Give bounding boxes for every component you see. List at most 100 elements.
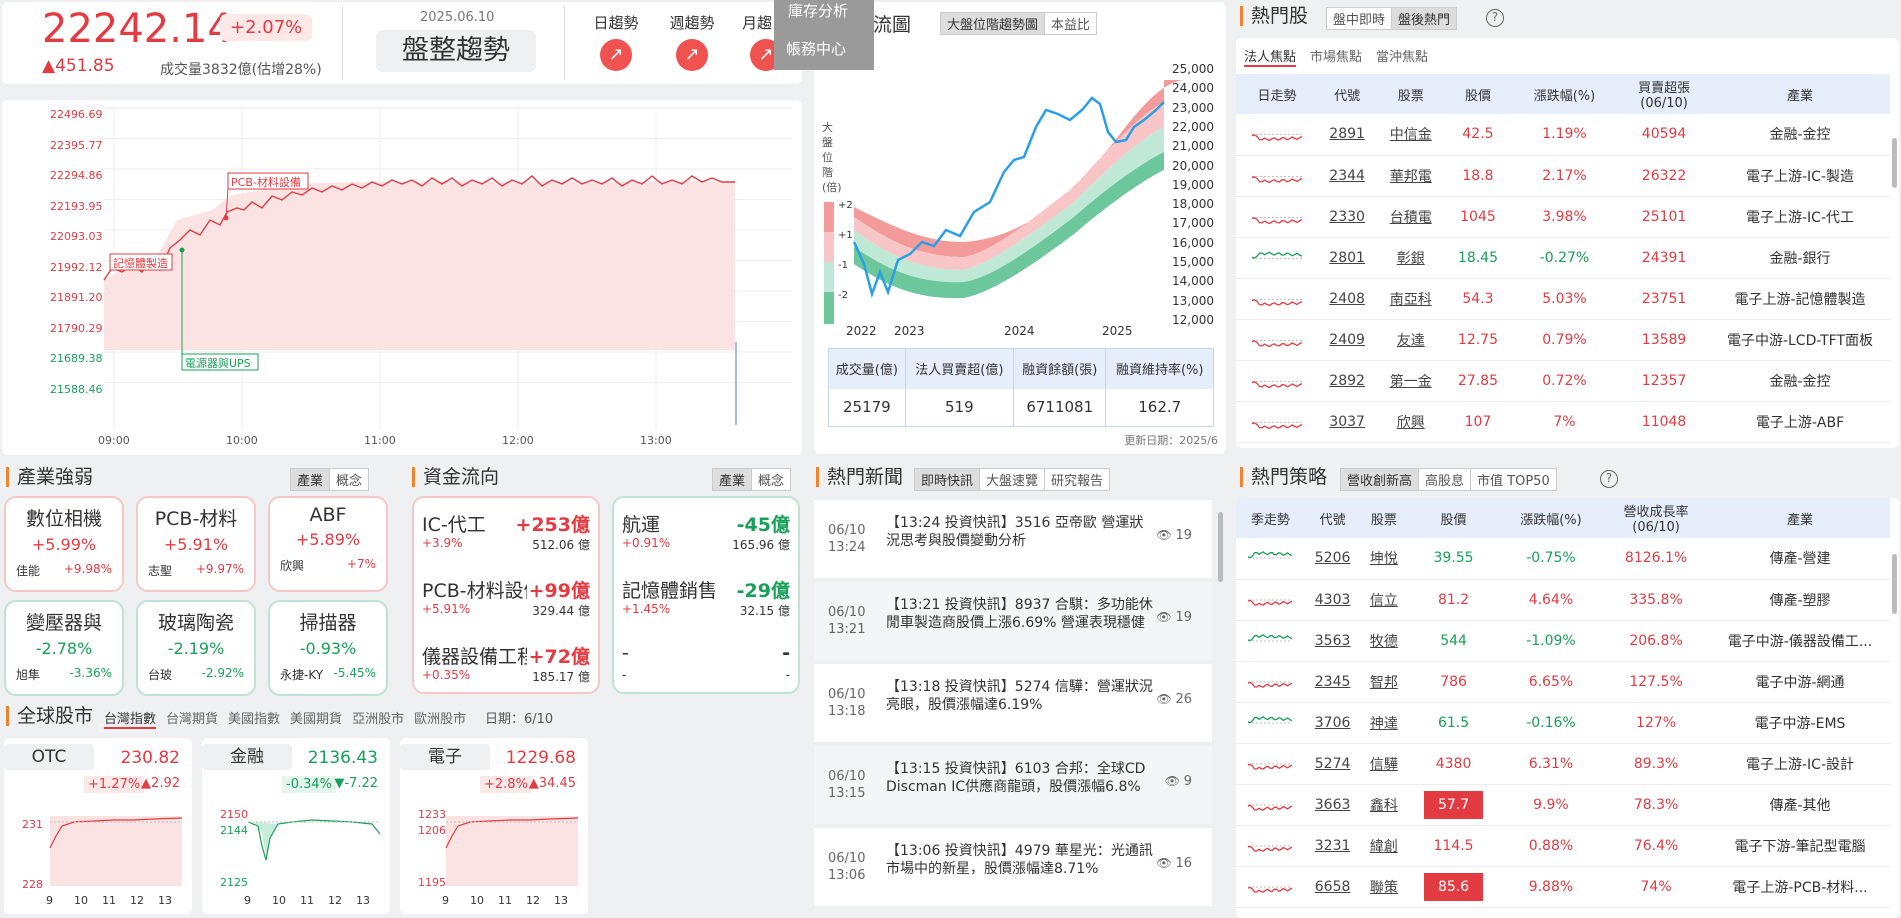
stock-name[interactable]: 神達 [1360, 702, 1408, 744]
global-market-card[interactable]: 電子 1229.68 +2.8% ▲34.45 1233 1206 1195 9 10 11 12 1… [400, 738, 588, 914]
stock-name[interactable]: 彰銀 [1376, 237, 1446, 279]
flow-row[interactable]: - - - - [622, 642, 790, 692]
subtab-market[interactable]: 市場焦點 [1310, 46, 1362, 67]
flow-row[interactable]: PCB-材料設備 +99億 +5.91% 329.44 億 [422, 576, 590, 626]
table-row[interactable]: 2408 南亞科 54.3 5.03% 23751 電子上游-記憶體製造 [1236, 278, 1890, 320]
stock-name[interactable]: 坤悅 [1360, 538, 1408, 580]
stock-name[interactable]: 信驊 [1360, 743, 1408, 785]
table-row[interactable]: 5274 信驊 4380 6.31% 89.3% 電子上游-IC-設計 [1236, 743, 1890, 785]
stock-name[interactable]: 台積電 [1376, 196, 1446, 238]
stock-code[interactable]: 2345 [1304, 661, 1361, 703]
tab-news-research[interactable]: 研究報告 [1045, 469, 1109, 490]
news-headline[interactable]: 【13:15 投資快訊】6103 合邦：全球CD Discman IC供應商龍頭… [886, 760, 1156, 796]
stock-name[interactable]: 中信金 [1376, 114, 1446, 156]
industry-box[interactable]: 掃描器 -0.93% 永捷-KY -5.45% [268, 600, 388, 696]
global-tab[interactable]: 亞洲股市 [352, 708, 404, 729]
table-row[interactable]: 3706 神達 61.5 -0.16% 127% 電子中游-EMS [1236, 702, 1890, 744]
stock-name[interactable]: 牧德 [1360, 620, 1408, 662]
stock-code[interactable]: 2409 [1317, 319, 1377, 361]
global-tab[interactable]: 台灣指數 [104, 708, 157, 729]
global-tab[interactable]: 美國期貨 [290, 708, 342, 729]
industry-box[interactable]: 玻璃陶瓷 -2.19% 台玻 -2.92% [136, 600, 256, 696]
table-row[interactable]: 3563 牧德 544 -1.09% 206.8% 電子中游-儀器設備工... [1236, 620, 1890, 662]
stock-code[interactable]: 6658 [1304, 866, 1361, 908]
stock-name[interactable]: 南亞科 [1376, 278, 1446, 320]
table-row[interactable]: 2345 智邦 786 6.65% 127.5% 電子中游-網通 [1236, 661, 1890, 703]
tab-concept[interactable]: 概念 [330, 469, 368, 490]
global-tab[interactable]: 台灣期貨 [166, 708, 218, 729]
stock-name[interactable]: 欣興 [1376, 401, 1446, 443]
flow-row[interactable]: 記憶體銷售 -29億 +1.45% 32.15 億 [622, 576, 790, 626]
stock-name[interactable]: 鑫科 [1360, 784, 1408, 826]
stock-code[interactable]: 2408 [1317, 278, 1377, 320]
news-headline[interactable]: 【13:24 投資快訊】3516 亞帝歐 營運狀況思考與股價變動分析 [886, 514, 1156, 550]
stock-code[interactable]: 5206 [1304, 538, 1361, 580]
stock-name[interactable]: 聯策 [1360, 866, 1408, 908]
table-row[interactable]: 4303 信立 81.2 4.64% 335.8% 傳產-塑膠 [1236, 579, 1890, 621]
stock-name[interactable]: 信立 [1360, 579, 1408, 621]
strategy-header[interactable]: 營收成長率 (06/10) [1602, 498, 1710, 538]
flow-row[interactable]: 儀器設備工程 +72億 +0.35% 185.17 億 [422, 642, 590, 692]
stock-name[interactable]: 智邦 [1360, 661, 1408, 703]
stock-code[interactable]: 3231 [1304, 825, 1361, 867]
table-row[interactable]: 3231 緯創 114.5 0.88% 76.4% 電子下游-筆記型電腦 [1236, 825, 1890, 867]
tab-after-hours[interactable]: 盤後熱門 [1392, 8, 1457, 29]
tab-high-dividend[interactable]: 高股息 [1419, 469, 1472, 490]
stock-name[interactable]: 友達 [1376, 319, 1446, 361]
stock-code[interactable]: 3037 [1317, 401, 1377, 443]
help-icon[interactable]: ? [1600, 470, 1618, 488]
news-scrollbar[interactable] [1218, 512, 1223, 582]
tab-news-flash[interactable]: 即時快訊 [915, 469, 981, 490]
news-item[interactable]: 06/10 13:18 【13:18 投資快訊】5274 信驊：營運狀況亮眼，股價漲… [814, 664, 1212, 742]
stock-code[interactable]: 3663 [1304, 784, 1361, 826]
news-item[interactable]: 06/10 13:24 【13:24 投資快訊】3516 亞帝歐 營運狀況思考與股價… [814, 500, 1212, 578]
table-row[interactable]: 5206 坤悅 39.55 -0.75% 8126.1% 傳產-營建 [1236, 538, 1890, 580]
global-tab[interactable]: 歐洲股市 [414, 708, 466, 729]
scrollbar[interactable] [1892, 138, 1897, 188]
news-headline[interactable]: 【13:06 投資快訊】4979 華星光：光通訊市場中的新星，股價漲幅達8.71… [886, 842, 1156, 878]
stock-code[interactable]: 2801 [1317, 237, 1377, 279]
flow-row[interactable]: 航運 -45億 +0.91% 165.96 億 [622, 510, 790, 560]
news-headline[interactable]: 【13:18 投資快訊】5274 信驊：營運狀況亮眼，股價漲幅達6.19% [886, 678, 1156, 714]
stock-name[interactable]: 緯創 [1360, 825, 1408, 867]
news-item[interactable]: 06/10 13:21 【13:21 投資快訊】8937 合騏：多功能休閒車製造商股… [814, 582, 1212, 660]
stock-code[interactable]: 2892 [1317, 360, 1377, 402]
stock-name[interactable]: 華邦電 [1376, 155, 1446, 197]
stock-code[interactable]: 4303 [1304, 579, 1361, 621]
stock-code[interactable]: 2330 [1317, 196, 1377, 238]
tab-news-market[interactable]: 大盤速覽 [980, 469, 1046, 490]
tab-market-cap-top50[interactable]: 市值 TOP50 [1471, 469, 1556, 490]
table-row[interactable]: 3663 鑫科 57.7 9.9% 78.3% 傳產-其他 [1236, 784, 1890, 826]
tab-flow-concept[interactable]: 概念 [752, 469, 790, 490]
global-tab[interactable]: 美國指數 [228, 708, 280, 729]
stock-code[interactable]: 5274 [1304, 743, 1361, 785]
tab-revenue-high[interactable]: 營收創新高 [1341, 469, 1420, 490]
help-icon[interactable]: ? [1486, 9, 1504, 27]
global-market-card[interactable]: 金融 2136.43 -0.34% ▼-7.22 2150 2144 2125 9 10 11 12… [202, 738, 390, 914]
stock-name[interactable]: 第一金 [1376, 360, 1446, 402]
industry-box[interactable]: 變壓器與 -2.78% 旭隼 -3.36% [4, 600, 124, 696]
tab-industry[interactable]: 產業 [291, 469, 331, 490]
tab-flow-industry[interactable]: 產業 [713, 469, 753, 490]
industry-box[interactable]: 數位相機 +5.99% 佳能 +9.98% [4, 496, 124, 592]
table-row[interactable]: 2801 彰銀 18.45 -0.27% 24391 金融-銀行 [1236, 237, 1890, 279]
stock-code[interactable]: 2344 [1317, 155, 1377, 197]
news-headline[interactable]: 【13:21 投資快訊】8937 合騏：多功能休閒車製造商股價上漲6.69% 營… [886, 596, 1156, 632]
table-row[interactable]: 2892 第一金 27.85 0.72% 12357 金融-金控 [1236, 360, 1890, 402]
flow-row[interactable]: IC-代工 +253億 +3.9% 512.06 億 [422, 510, 590, 560]
table-row[interactable]: 2330 台積電 1045 3.98% 25101 電子上游-IC-代工 [1236, 196, 1890, 238]
industry-box[interactable]: ABF +5.89% 欣興 +7% [268, 496, 388, 592]
subtab-institutional[interactable]: 法人焦點 [1244, 46, 1297, 67]
stock-code[interactable]: 2891 [1317, 114, 1377, 156]
stock-code[interactable]: 3563 [1304, 620, 1361, 662]
trend-tab-weekly[interactable]: 週趨勢 ↗ [664, 12, 720, 71]
table-row[interactable]: 2344 華邦電 18.8 2.17% 26322 電子上游-IC-製造 [1236, 155, 1890, 197]
menu-item-account[interactable]: 帳務中心 [774, 24, 874, 59]
subtab-daytrade[interactable]: 當沖焦點 [1376, 46, 1428, 67]
global-market-card[interactable]: OTC 230.82 +1.27% ▲2.92 231 228 9 10 11 12 13 [4, 738, 192, 914]
news-item[interactable]: 06/10 13:15 【13:15 投資快訊】6103 合邦：全球CD Discm… [814, 746, 1212, 824]
table-row[interactable]: 2891 中信金 42.5 1.19% 40594 金融-金控 [1236, 114, 1890, 156]
table-row[interactable]: 3037 欣興 107 7% 11048 電子上游-ABF [1236, 401, 1890, 443]
news-item[interactable]: 06/10 13:06 【13:06 投資快訊】4979 華星光：光通訊市場中的新星… [814, 828, 1212, 906]
trend-tab-daily[interactable]: 日趨勢 ↗ [588, 12, 644, 71]
